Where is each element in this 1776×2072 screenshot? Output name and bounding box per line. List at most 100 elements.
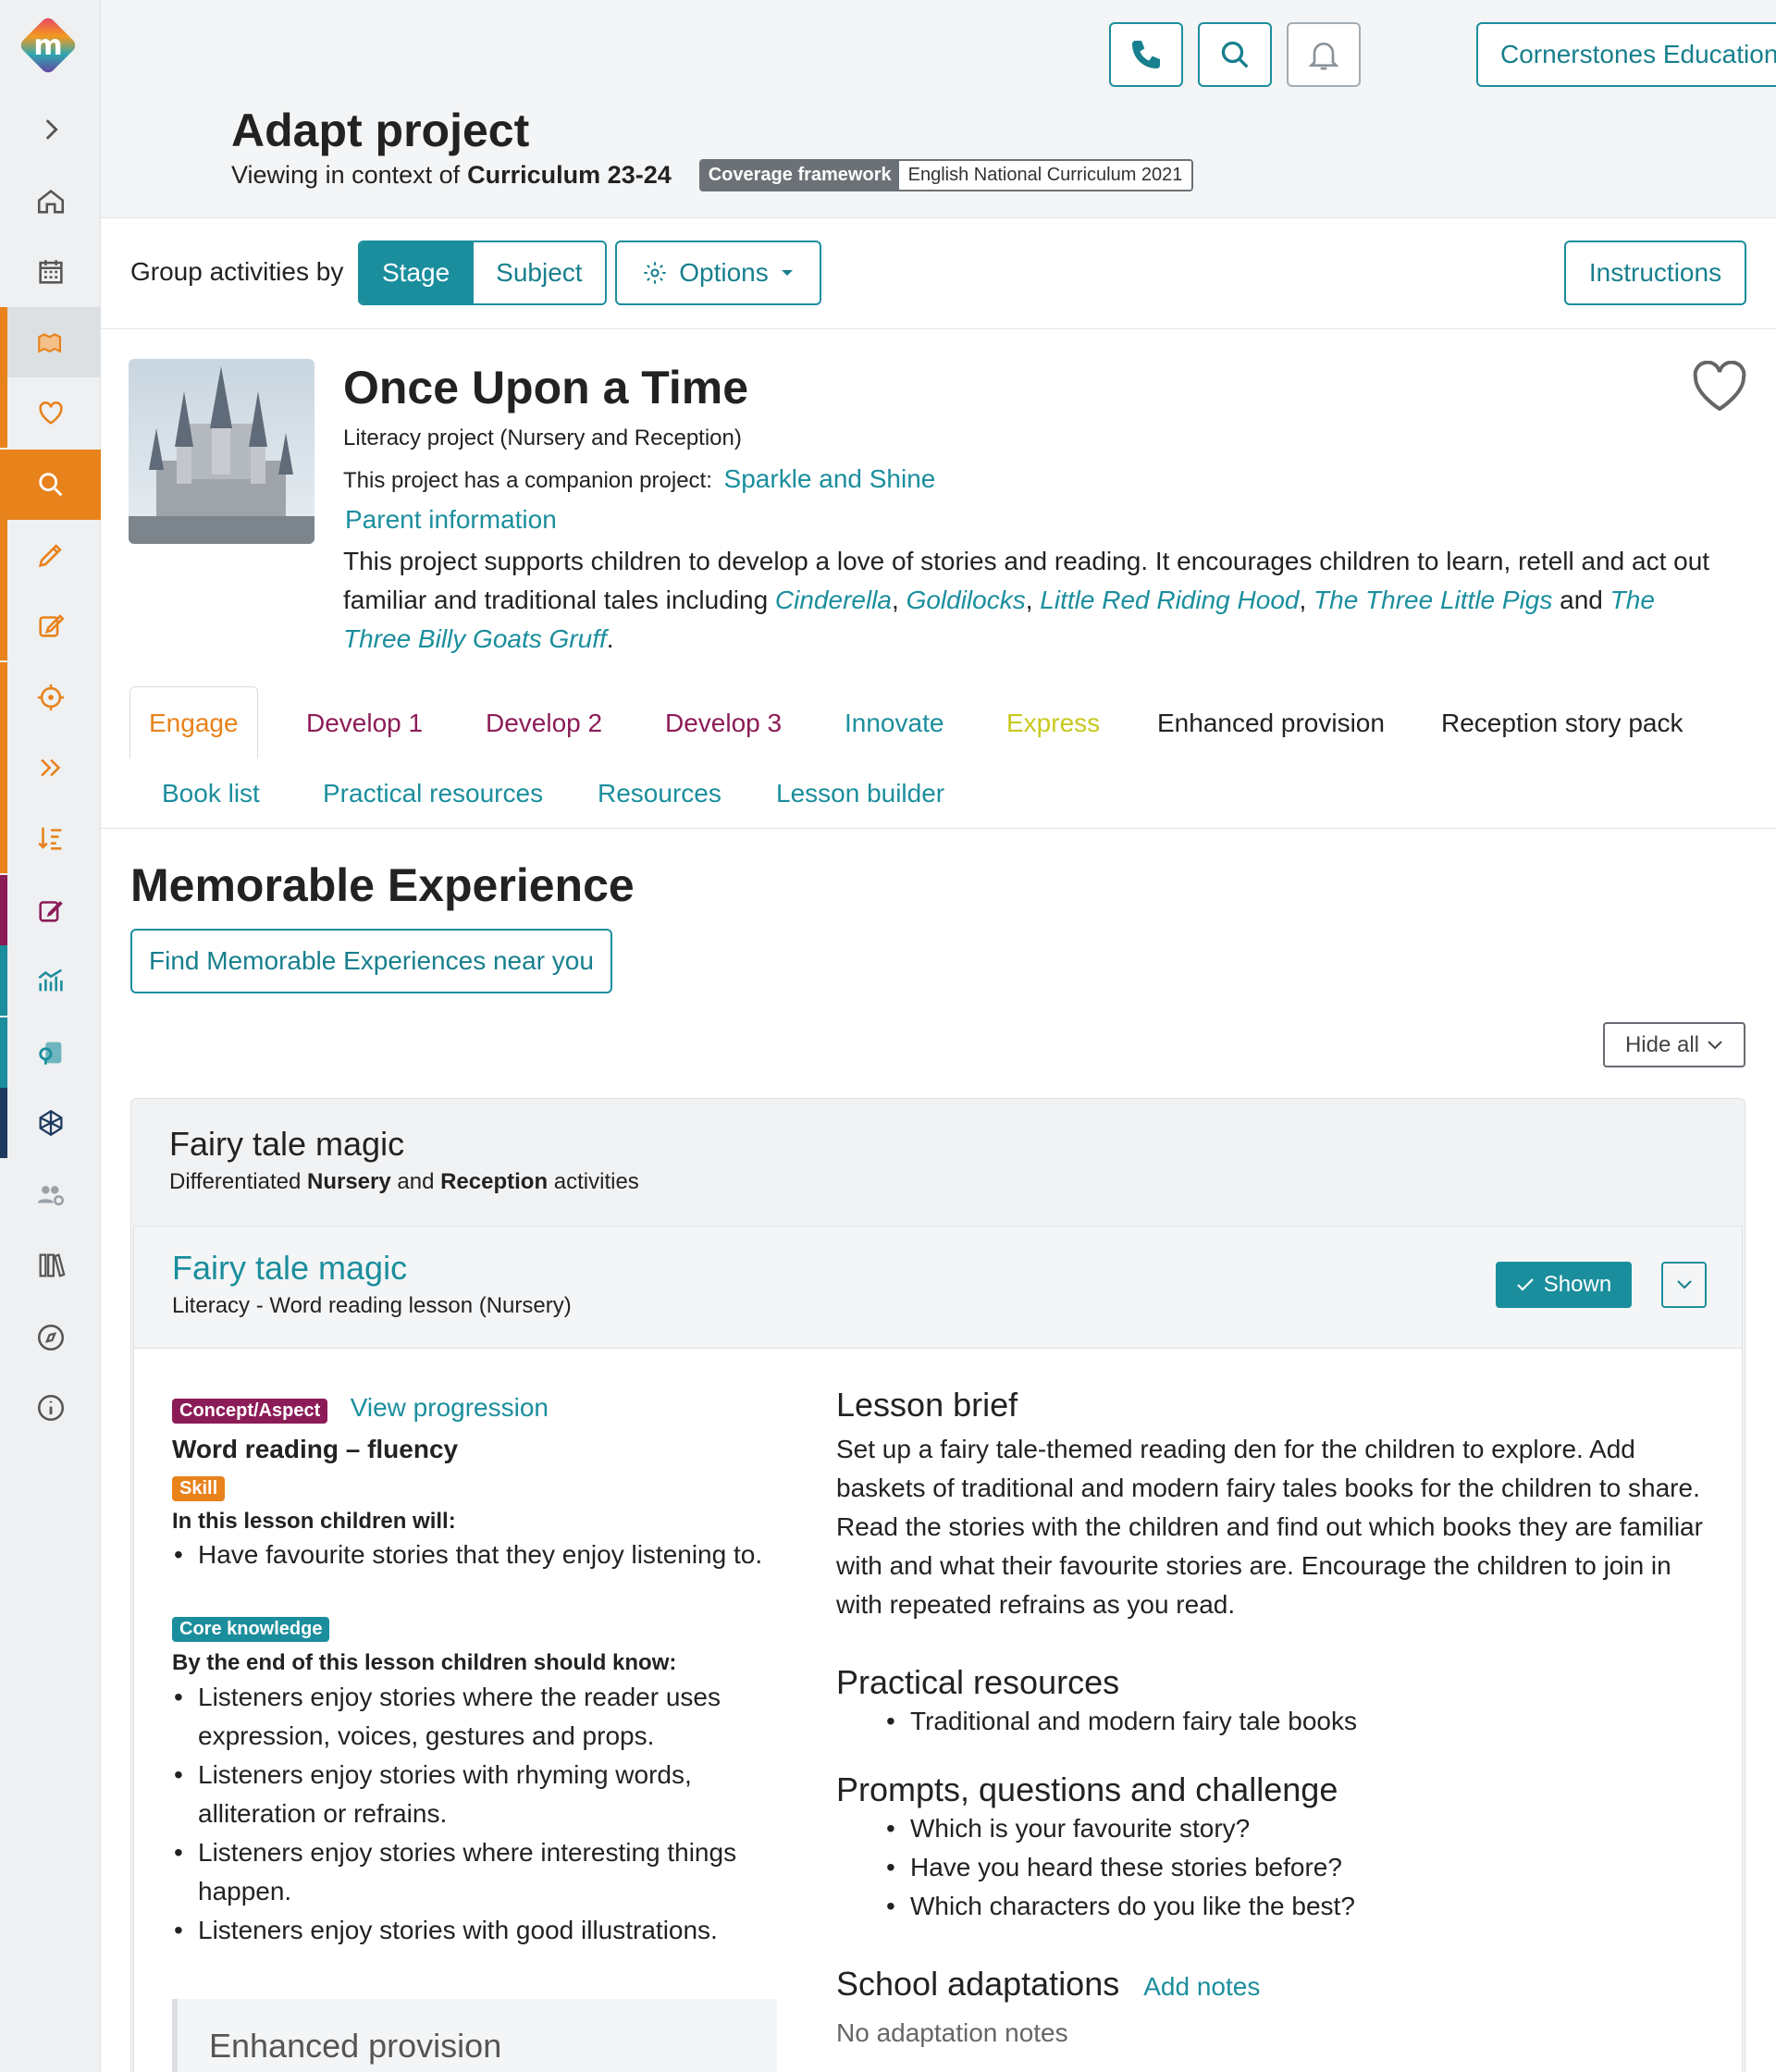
phone-button[interactable]	[1109, 22, 1183, 87]
gear-icon	[644, 262, 666, 284]
companion-line: This project has a companion project: Sp…	[343, 464, 935, 494]
home-icon[interactable]	[0, 166, 101, 237]
shown-label: Shown	[1543, 1272, 1612, 1297]
chevron-down-icon	[1708, 1040, 1722, 1049]
practical-list: Traditional and modern fairy tale books	[884, 1702, 1698, 1741]
library-icon[interactable]	[0, 1230, 101, 1301]
context-line: Viewing in context of Curriculum 23-24 C…	[231, 159, 1194, 191]
analytics-icon[interactable]	[0, 945, 101, 1016]
list-item: Which is your favourite story?	[884, 1809, 1698, 1848]
projects-icon[interactable]	[0, 307, 101, 377]
tab-develop-3[interactable]: Develop 3	[665, 709, 782, 738]
project-subtitle: Literacy project (Nursery and Reception)	[343, 426, 742, 450]
list-item: Which characters do you like the best?	[884, 1887, 1698, 1926]
tale-link[interactable]: The Three Little Pigs	[1314, 586, 1552, 614]
compass-icon[interactable]	[0, 1302, 101, 1373]
notifications-button[interactable]	[1287, 22, 1361, 87]
group-subtitle: Differentiated Nursery and Reception act…	[169, 1169, 639, 1194]
sort-icon[interactable]	[0, 803, 101, 873]
tale-link[interactable]: Cinderella	[775, 586, 892, 614]
no-notes-text: No adaptation notes	[836, 2018, 1068, 2047]
search-icon	[1221, 41, 1249, 68]
tab-innovate[interactable]: Innovate	[845, 709, 944, 738]
list-item: Traditional and modern fairy tale books	[884, 1702, 1698, 1741]
hide-all-button[interactable]: Hide all	[1603, 1022, 1745, 1067]
group-label: Group activities by	[130, 257, 344, 286]
caret-down-icon	[781, 270, 793, 276]
activity-group-card: Fairy tale magic Differentiated Nursery …	[130, 1098, 1745, 2072]
prompts-list: Which is your favourite story? Have you …	[884, 1809, 1698, 1926]
tab-develop-1[interactable]: Develop 1	[306, 709, 423, 738]
tab-lesson-builder[interactable]: Lesson builder	[776, 779, 944, 808]
core-badge-wrap: Core knowledge	[172, 1617, 330, 1642]
school-switcher[interactable]: Cornerstones Education	[1476, 22, 1776, 87]
lesson-brief-text: Set up a fairy tale-themed reading den f…	[836, 1435, 1703, 1619]
companion-project-link[interactable]: Sparkle and Shine	[724, 464, 936, 493]
options-button[interactable]: Options	[615, 240, 821, 305]
tale-link[interactable]: Goldilocks	[906, 586, 1026, 614]
companion-prefix: This project has a companion project:	[343, 468, 712, 493]
adaptations-title: School adaptations	[836, 1965, 1120, 2003]
view-progression-link[interactable]: View progression	[351, 1393, 549, 1422]
lesson-title[interactable]: Fairy tale magic	[172, 1249, 407, 1288]
shown-toggle-button[interactable]: Shown	[1496, 1262, 1632, 1308]
context-value: Curriculum 23-24	[467, 161, 672, 189]
tab-book-list[interactable]: Book list	[162, 779, 260, 808]
fast-forward-icon[interactable]	[0, 733, 101, 803]
list-item: Listeners enjoy stories with good illust…	[172, 1911, 764, 1950]
tab-develop-2[interactable]: Develop 2	[486, 709, 602, 738]
coverage-value: English National Curriculum 2021	[898, 161, 1192, 190]
favourites-icon[interactable]	[0, 377, 101, 448]
page-title: Adapt project	[231, 105, 530, 156]
favourite-heart-icon[interactable]	[1692, 360, 1747, 413]
search-nav-icon[interactable]	[0, 450, 101, 520]
info-icon[interactable]	[0, 1373, 101, 1443]
lesson-subtitle: Literacy - Word reading lesson (Nursery)	[172, 1293, 572, 1318]
will-list: Have favourite stories that they enjoy l…	[172, 1536, 783, 1574]
expand-lesson-button[interactable]	[1661, 1262, 1707, 1308]
group-title: Fairy tale magic	[169, 1125, 405, 1163]
notes-icon[interactable]	[0, 875, 101, 945]
tab-practical-resources[interactable]: Practical resources	[323, 779, 543, 808]
school-name: Cornerstones Education	[1500, 40, 1776, 68]
page-header: Cornerstones Education Adapt project Vie…	[101, 0, 1776, 218]
map-pin-icon[interactable]	[0, 1018, 101, 1088]
edit-icon[interactable]	[0, 590, 101, 660]
coverage-key: Coverage framework	[700, 161, 899, 190]
enhanced-provision-title: Enhanced provision	[209, 2027, 502, 2065]
svg-text:m: m	[33, 30, 62, 62]
list-item: Listeners enjoy stories with rhyming wor…	[172, 1756, 764, 1833]
users-settings-icon[interactable]	[0, 1160, 101, 1230]
stage-toggle-button[interactable]: Stage	[360, 242, 473, 303]
parent-information-link[interactable]: Parent information	[345, 505, 557, 535]
design-icon[interactable]	[0, 520, 101, 590]
prompts-title: Prompts, questions and challenge	[836, 1770, 1338, 1808]
know-heading: By the end of this lesson children shoul…	[172, 1650, 677, 1675]
context-prefix: Viewing in context of	[231, 161, 461, 189]
chevron-down-icon	[1676, 1280, 1692, 1289]
target-icon[interactable]	[0, 662, 101, 733]
add-notes-link[interactable]: Add notes	[1143, 1972, 1260, 2002]
enhanced-provision-box: Enhanced provision	[172, 1999, 777, 2072]
tab-reception-story-pack[interactable]: Reception story pack	[1441, 709, 1683, 738]
app-logo[interactable]: m	[16, 13, 80, 78]
tab-express[interactable]: Express	[1006, 709, 1100, 738]
tab-enhanced-provision[interactable]: Enhanced provision	[1157, 709, 1385, 738]
instructions-button[interactable]: Instructions	[1564, 240, 1746, 305]
search-button[interactable]	[1198, 22, 1272, 87]
network-icon[interactable]	[0, 1088, 101, 1158]
tale-link[interactable]: Little Red Riding Hood	[1040, 586, 1299, 614]
tab-resources[interactable]: Resources	[598, 779, 722, 808]
subject-toggle-button[interactable]: Subject	[472, 242, 605, 303]
calendar-icon[interactable]	[0, 237, 101, 307]
group-toolbar: Group activities by Stage Subject Option…	[101, 218, 1776, 329]
concept-badge: Concept/Aspect	[172, 1399, 328, 1424]
list-item: Have you heard these stories before?	[884, 1848, 1698, 1887]
practical-resources-title: Practical resources	[836, 1663, 1120, 1701]
tab-engage[interactable]: Engage	[130, 686, 258, 758]
lesson-card: Fairy tale magic Literacy - Word reading…	[133, 1226, 1743, 2072]
find-experiences-button[interactable]: Find Memorable Experiences near you	[130, 929, 612, 993]
expand-sidebar-icon[interactable]	[0, 94, 101, 165]
tabs-divider	[101, 828, 1776, 829]
will-heading: In this lesson children will:	[172, 1509, 456, 1534]
